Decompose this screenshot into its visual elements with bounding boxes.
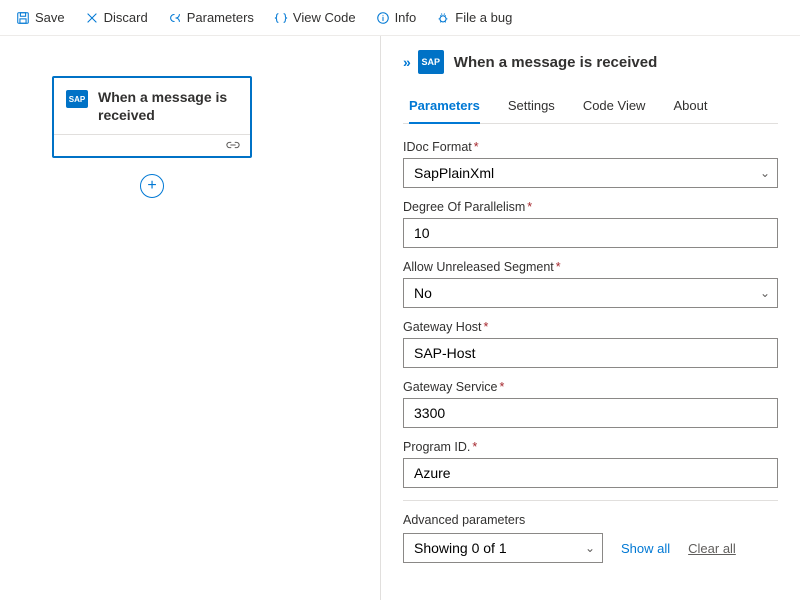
parameters-icon bbox=[168, 11, 182, 25]
view-code-icon bbox=[274, 11, 288, 25]
add-step-wrapper: + bbox=[52, 174, 252, 198]
discard-label: Discard bbox=[104, 10, 148, 25]
workspace: SAP When a message is received + » SAP W… bbox=[0, 36, 800, 600]
gateway-host-input[interactable] bbox=[403, 338, 778, 368]
toolbar: Save Discard Parameters View Code Info F… bbox=[0, 0, 800, 36]
program-id-label: Program ID.* bbox=[403, 440, 778, 454]
advanced-parameters-label: Advanced parameters bbox=[403, 513, 778, 527]
tab-settings[interactable]: Settings bbox=[508, 90, 555, 123]
allow-unreleased-segment-label: Allow Unreleased Segment* bbox=[403, 260, 778, 274]
idoc-format-select[interactable] bbox=[403, 158, 778, 188]
idoc-format-label: IDoc Format* bbox=[403, 140, 778, 154]
clear-all-link[interactable]: Clear all bbox=[688, 541, 736, 556]
file-bug-button[interactable]: File a bug bbox=[426, 0, 522, 35]
view-code-button[interactable]: View Code bbox=[264, 0, 366, 35]
trigger-node-title: When a message is received bbox=[98, 88, 236, 124]
advanced-parameters-select[interactable] bbox=[403, 533, 603, 563]
trigger-node-header: SAP When a message is received bbox=[54, 78, 250, 134]
tab-about[interactable]: About bbox=[673, 90, 707, 123]
discard-icon bbox=[85, 11, 99, 25]
gateway-service-label: Gateway Service* bbox=[403, 380, 778, 394]
advanced-parameters-section: Advanced parameters ⌄ Show all Clear all bbox=[403, 500, 778, 563]
discard-button[interactable]: Discard bbox=[75, 0, 158, 35]
program-id-input[interactable] bbox=[403, 458, 778, 488]
collapse-panel-icon[interactable]: » bbox=[403, 54, 408, 70]
parameters-label: Parameters bbox=[187, 10, 254, 25]
bug-icon bbox=[436, 11, 450, 25]
info-icon bbox=[376, 11, 390, 25]
gateway-service-input[interactable] bbox=[403, 398, 778, 428]
save-icon bbox=[16, 11, 30, 25]
allow-unreleased-segment-select[interactable] bbox=[403, 278, 778, 308]
show-all-link[interactable]: Show all bbox=[621, 541, 670, 556]
add-step-button[interactable]: + bbox=[140, 174, 164, 198]
trigger-node[interactable]: SAP When a message is received bbox=[52, 76, 252, 158]
field-degree-of-parallelism: Degree Of Parallelism* bbox=[403, 200, 778, 248]
field-idoc-format: IDoc Format* ⌄ bbox=[403, 140, 778, 188]
sap-icon: SAP bbox=[418, 50, 444, 74]
info-label: Info bbox=[395, 10, 417, 25]
properties-panel: » SAP When a message is received Paramet… bbox=[380, 36, 800, 600]
field-gateway-host: Gateway Host* bbox=[403, 320, 778, 368]
info-button[interactable]: Info bbox=[366, 0, 427, 35]
save-label: Save bbox=[35, 10, 65, 25]
tab-code-view[interactable]: Code View bbox=[583, 90, 646, 123]
designer-canvas[interactable]: SAP When a message is received + bbox=[0, 36, 380, 600]
panel-tabs: Parameters Settings Code View About bbox=[403, 90, 778, 124]
link-icon bbox=[226, 138, 240, 153]
field-gateway-service: Gateway Service* bbox=[403, 380, 778, 428]
save-button[interactable]: Save bbox=[6, 0, 75, 35]
file-bug-label: File a bug bbox=[455, 10, 512, 25]
panel-title: When a message is received bbox=[454, 54, 657, 71]
degree-of-parallelism-label: Degree Of Parallelism* bbox=[403, 200, 778, 214]
panel-header: » SAP When a message is received bbox=[403, 50, 778, 74]
gateway-host-label: Gateway Host* bbox=[403, 320, 778, 334]
degree-of-parallelism-input[interactable] bbox=[403, 218, 778, 248]
tab-parameters[interactable]: Parameters bbox=[409, 90, 480, 123]
view-code-label: View Code bbox=[293, 10, 356, 25]
field-program-id: Program ID.* bbox=[403, 440, 778, 488]
field-allow-unreleased-segment: Allow Unreleased Segment* ⌄ bbox=[403, 260, 778, 308]
parameters-button[interactable]: Parameters bbox=[158, 0, 264, 35]
trigger-node-footer bbox=[54, 134, 250, 156]
sap-icon: SAP bbox=[66, 90, 88, 108]
